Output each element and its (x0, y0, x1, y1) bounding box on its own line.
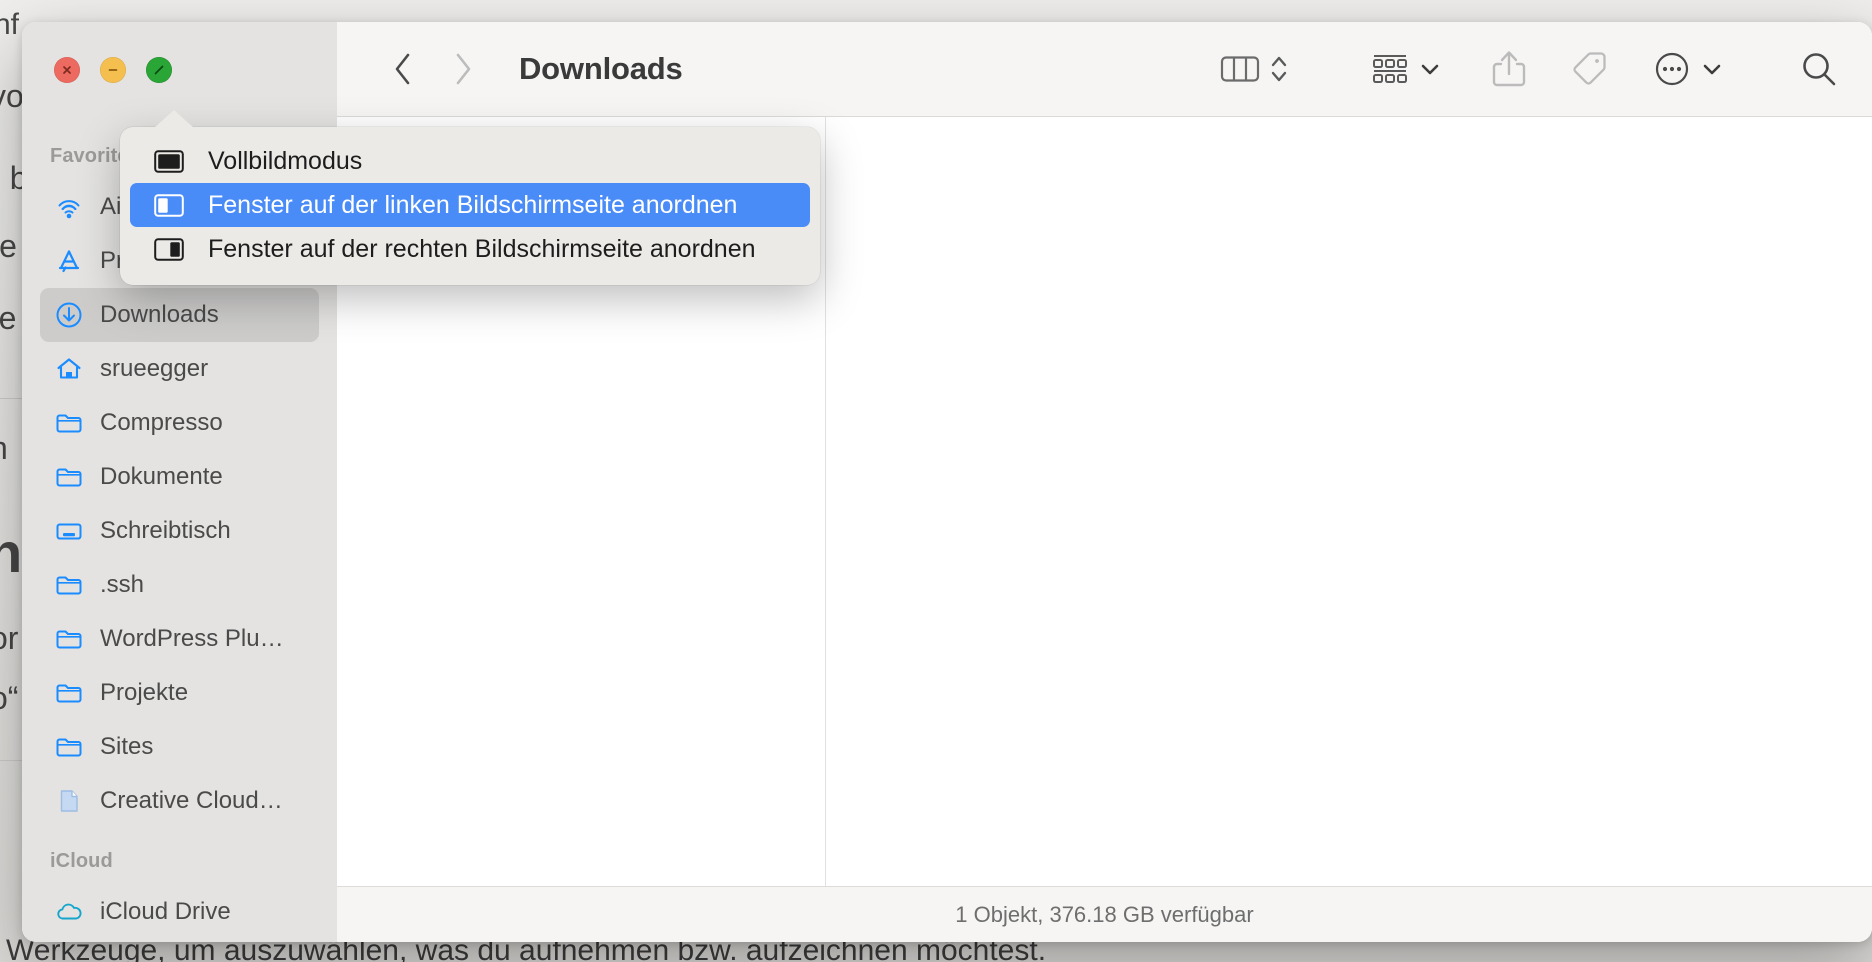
menu-item-tile-left[interactable]: Fenster auf der linken Bildschirmseite a… (130, 183, 810, 227)
menu-arrow (154, 110, 194, 128)
menu-item-fullscreen[interactable]: Vollbildmodus (130, 139, 810, 183)
fullscreen-icon (154, 149, 184, 173)
menu-item-tile-right[interactable]: Fenster auf der rechten Bildschirmseite … (130, 227, 810, 271)
downloads-icon (54, 300, 84, 330)
traffic-lights (22, 56, 172, 83)
view-switcher-button[interactable] (1220, 43, 1288, 95)
search-button[interactable] (1800, 43, 1838, 95)
background-text-fragment: or (0, 620, 19, 656)
more-button[interactable] (1654, 43, 1722, 95)
folder-icon (54, 408, 84, 438)
sidebar-item-label: Compresso (100, 409, 223, 436)
folder-icon (54, 624, 84, 654)
background-rule (0, 398, 24, 399)
tag-icon (1573, 52, 1606, 85)
sidebar-item-compresso[interactable]: Compresso (40, 396, 319, 450)
chevron-down-icon (1703, 64, 1721, 75)
background-text-fragment: nf (0, 8, 20, 41)
folder-icon (54, 732, 84, 762)
sidebar-item-label: Downloads (100, 301, 219, 328)
applications-icon (54, 246, 84, 276)
sidebar-item-schreibtisch[interactable]: Schreibtisch (40, 504, 319, 558)
zoom-button[interactable] (146, 56, 172, 83)
toolbar-main-zone: Downloads (337, 22, 1872, 117)
sidebar-item-dokumente[interactable]: Dokumente (40, 450, 319, 504)
sidebar-item-downloads[interactable]: Downloads (40, 288, 319, 342)
group-items-icon (1373, 55, 1407, 83)
window-options-menu[interactable]: Vollbildmodus Fenster auf der linken Bil… (120, 110, 820, 285)
sidebar-item-projekte[interactable]: Projekte (40, 666, 319, 720)
navigation-buttons (383, 49, 483, 89)
back-button[interactable] (383, 49, 423, 89)
sidebar-item-label: Schreibtisch (100, 517, 231, 544)
desktop-icon (54, 516, 84, 546)
close-x-icon (63, 65, 71, 74)
share-icon (1492, 51, 1526, 87)
chevron-right-icon (456, 53, 471, 85)
sidebar-item-creative-cloud[interactable]: Creative Cloud… (40, 774, 319, 828)
sidebar-item-srueegger[interactable]: srueegger (40, 342, 319, 396)
background-text-fragment: vo (0, 78, 24, 114)
search-icon (1803, 53, 1836, 86)
background-text-fragment: n (0, 430, 8, 467)
share-button[interactable] (1492, 43, 1526, 95)
minimize-button[interactable] (100, 56, 126, 83)
menu-item-label: Fenster auf der linken Bildschirmseite a… (208, 190, 738, 219)
sidebar-item-label: iCloud Drive (100, 898, 231, 925)
sidebar-item-wordpress-plugins[interactable]: WordPress Plu… (40, 612, 319, 666)
sidebar-item-label: .ssh (100, 571, 145, 598)
menu-item-label: Vollbildmodus (208, 146, 363, 175)
stepper-chevrons-icon (1271, 56, 1287, 82)
page-title: Downloads (519, 51, 683, 86)
toolbar-right-group (1220, 43, 1872, 95)
forward-button[interactable] (443, 49, 483, 89)
sidebar-item-label: Projekte (100, 679, 189, 706)
background-rule (0, 760, 24, 761)
chevron-down-icon (1421, 64, 1439, 75)
background-text-fragment: le (0, 228, 17, 264)
sidebar-item-label: WordPress Plu… (100, 625, 284, 652)
minimize-dash-icon (108, 68, 118, 71)
ellipsis-circle-icon (1655, 52, 1689, 86)
background-text-fragment: re (0, 300, 17, 336)
background-text-fragment: o“ (0, 680, 19, 716)
toolbar-sidebar-zone (22, 22, 337, 117)
window-toolbar: Downloads (22, 22, 1872, 117)
status-bar: 1 Objekt, 376.18 GB verfügbar (337, 886, 1872, 942)
column-divider (825, 117, 826, 886)
sidebar-item-ssh[interactable]: .ssh (40, 558, 319, 612)
icloud-icon (54, 897, 84, 927)
column-view-icon (1220, 56, 1260, 82)
close-button[interactable] (54, 56, 80, 83)
sidebar-item-label: Dokumente (100, 463, 223, 490)
sidebar-item-icloud-drive[interactable]: iCloud Drive (40, 885, 319, 939)
sidebar-section-header-icloud: iCloud (50, 850, 113, 872)
sidebar-item-label: srueegger (100, 355, 209, 382)
status-text: 1 Objekt, 376.18 GB verfügbar (955, 901, 1254, 927)
tag-button[interactable] (1570, 43, 1608, 95)
group-items-button[interactable] (1372, 43, 1440, 95)
home-icon (54, 354, 84, 384)
folder-icon (54, 570, 84, 600)
menu-item-label: Fenster auf der rechten Bildschirmseite … (208, 234, 756, 263)
tile-left-icon (154, 193, 184, 217)
folder-icon (54, 462, 84, 492)
finder-window: Downloads Favoriten Downloads srueegger … (22, 22, 1872, 942)
folder-icon (54, 678, 84, 708)
tile-right-icon (154, 237, 184, 261)
sidebar-item-sites[interactable]: Sites (40, 720, 319, 774)
sidebar-item-label: Creative Cloud… (100, 787, 283, 814)
sidebar-item-label: Sites (100, 733, 154, 760)
zoom-slash-icon (154, 65, 164, 74)
airdrop-icon (54, 192, 84, 222)
document-icon (54, 786, 84, 816)
chevron-left-icon (395, 53, 410, 85)
